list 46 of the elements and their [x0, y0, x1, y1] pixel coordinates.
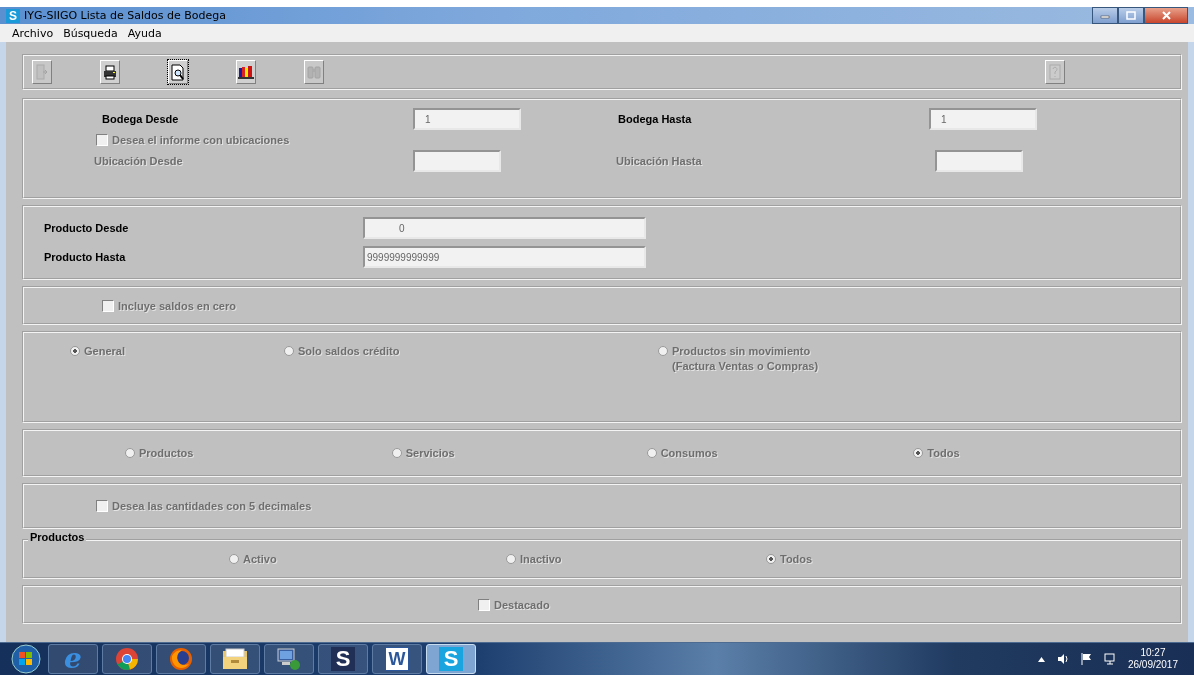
clock-time[interactable]: 10:27 [1140, 647, 1166, 659]
close-button[interactable] [1144, 7, 1188, 24]
field-label: Ubicación Hasta [616, 155, 703, 167]
input-field[interactable]: 1 [929, 108, 1037, 130]
computer-icon [276, 647, 302, 671]
field-label: Producto Desde [44, 222, 130, 234]
close-icon [1160, 11, 1172, 20]
monitor-icon[interactable] [1103, 653, 1116, 665]
field-label: Ubicación Desde [94, 155, 184, 167]
group-title: Productos [28, 531, 87, 544]
minimize-icon [1100, 12, 1110, 19]
toolbar-button[interactable] [236, 60, 256, 84]
menu-item[interactable]: Búsqueda [63, 26, 118, 40]
field-label: Bodega Desde [102, 113, 180, 125]
browser-icon [115, 647, 139, 671]
taskbar-app[interactable] [210, 644, 260, 674]
speaker-icon[interactable] [1056, 653, 1069, 665]
folder-icon [222, 648, 248, 670]
browser-icon [169, 647, 193, 671]
app-icon: S [6, 8, 20, 23]
minimize-button[interactable] [1092, 7, 1118, 24]
taskbar-app[interactable] [156, 644, 206, 674]
input-field[interactable] [935, 150, 1023, 172]
show-hidden-icons-icon[interactable] [1037, 656, 1045, 662]
toolbar-button[interactable] [168, 60, 188, 84]
input-field[interactable]: 0 [363, 217, 646, 239]
menu-item[interactable]: Archivo [12, 26, 54, 40]
start-button[interactable] [8, 643, 44, 675]
toolbar-button[interactable] [100, 60, 120, 84]
taskbar-app[interactable]: W [372, 644, 422, 674]
taskbar-app[interactable]: S [426, 644, 476, 674]
maximize-button[interactable] [1118, 7, 1144, 24]
taskbar-app[interactable] [102, 644, 152, 674]
flag-icon[interactable] [1080, 653, 1092, 665]
window-title: IYG-SIIGO Lista de Saldos de Bodega [24, 9, 227, 22]
option-note: (Factura Ventas o Compras) [672, 360, 819, 372]
field-label: Bodega Hasta [618, 113, 693, 125]
input-field[interactable] [413, 150, 501, 172]
menu-item[interactable]: Ayuda [127, 26, 162, 40]
maximize-icon [1126, 11, 1136, 20]
input-field[interactable]: 1 [413, 108, 521, 130]
taskbar-app[interactable]: S [318, 644, 368, 674]
field-label: Producto Hasta [44, 251, 127, 263]
clock-date[interactable]: 26/09/2017 [1127, 659, 1178, 671]
input-field[interactable]: 9999999999999 [363, 246, 646, 268]
taskbar-app[interactable]: e [48, 644, 98, 674]
